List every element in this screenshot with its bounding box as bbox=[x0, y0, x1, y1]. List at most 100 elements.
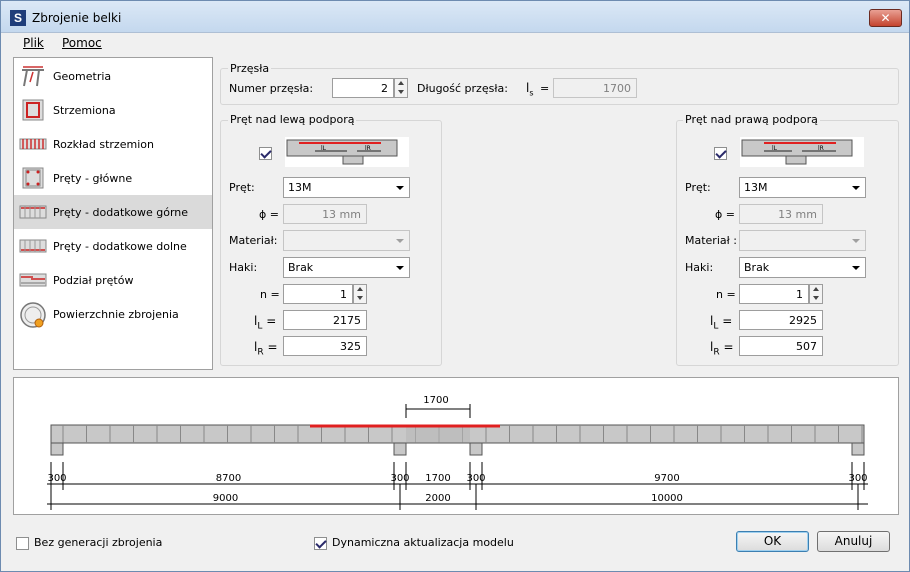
dim-label: 2000 bbox=[425, 493, 450, 504]
span-number-label: Numer przęsła: bbox=[229, 82, 314, 95]
dim-label: 300 bbox=[848, 473, 867, 484]
dim-label: 9000 bbox=[213, 493, 238, 504]
thumb-lL: lL bbox=[772, 145, 778, 152]
right-hooks-label: Haki: bbox=[685, 261, 714, 274]
span-number-stepper[interactable] bbox=[394, 78, 408, 98]
cancel-button[interactable]: Anuluj bbox=[817, 531, 890, 552]
menu-file[interactable]: Plik bbox=[23, 36, 44, 50]
app-icon: S bbox=[10, 10, 26, 26]
right-lL-label: lL = bbox=[710, 314, 733, 332]
stirrup-distribution-icon bbox=[19, 138, 47, 150]
nav-item-main-bars[interactable]: Pręty - główne bbox=[14, 161, 212, 195]
left-support-title: Pręt nad lewą podporą bbox=[228, 113, 357, 126]
left-bar-select[interactable]: 13M bbox=[283, 177, 410, 198]
chevron-down-icon bbox=[852, 266, 860, 270]
dynamic-update-checkbox[interactable] bbox=[314, 537, 327, 550]
dim-label: 8700 bbox=[216, 473, 241, 484]
chevron-down-icon bbox=[852, 239, 860, 243]
left-hooks-value: Brak bbox=[288, 261, 314, 274]
nav-item-stirrup-distribution[interactable]: Rozkład strzemion bbox=[14, 127, 212, 161]
right-n-label: n = bbox=[716, 288, 736, 301]
right-n-stepper[interactable] bbox=[809, 284, 823, 304]
nav-label: Geometria bbox=[53, 70, 112, 83]
additional-bottom-bars-icon bbox=[19, 239, 47, 253]
beam-support bbox=[851, 442, 865, 456]
left-lL-input[interactable]: 2175 bbox=[283, 310, 367, 330]
beam-preview: 1700 300 8700 300 1700 300 9700 300 9000 2000 1000… bbox=[13, 377, 899, 515]
right-support-title: Pręt nad prawą podporą bbox=[683, 113, 820, 126]
right-material-select[interactable] bbox=[739, 230, 866, 251]
thumb-lR: lR bbox=[365, 145, 371, 152]
right-lR-input[interactable]: 507 bbox=[739, 336, 823, 356]
beam-diagram: 1700 300 8700 300 1700 300 9700 300 9000 2000 1000… bbox=[47, 395, 868, 510]
reinforcement-areas-icon bbox=[20, 302, 46, 328]
window-title: Zbrojenie belki bbox=[32, 11, 122, 25]
close-button[interactable]: ✕ bbox=[869, 9, 902, 27]
left-lL-label: lL = bbox=[254, 314, 277, 332]
nav-item-additional-top-bars[interactable]: Pręty - dodatkowe górne bbox=[14, 195, 212, 229]
nav-item-reinforcement-areas[interactable]: Powierzchnie zbrojenia bbox=[14, 297, 212, 337]
left-bar-label: Pręt: bbox=[229, 181, 255, 194]
chevron-down-icon bbox=[396, 266, 404, 270]
left-lR-label: lR = bbox=[254, 340, 278, 358]
title-bar: S Zbrojenie belki ✕ bbox=[1, 1, 909, 33]
dim-label: 300 bbox=[47, 473, 66, 484]
ls-symbol: ls bbox=[526, 81, 534, 98]
top-dim-label: 1700 bbox=[423, 395, 448, 406]
left-n-input[interactable]: 1 bbox=[283, 284, 353, 304]
chevron-down-icon bbox=[396, 186, 404, 190]
selected-span bbox=[406, 426, 470, 442]
dim-label: 10000 bbox=[651, 493, 683, 504]
nav-label: Pręty - dodatkowe górne bbox=[53, 206, 189, 219]
left-phi-label: ϕ = bbox=[259, 208, 279, 221]
right-support-checkbox[interactable] bbox=[714, 147, 727, 160]
right-material-label: Materiał : bbox=[685, 234, 737, 247]
right-phi-label: ϕ = bbox=[715, 208, 735, 221]
nav-label: Strzemiona bbox=[53, 104, 116, 117]
nav-item-additional-bottom-bars[interactable]: Pręty - dodatkowe dolne bbox=[14, 229, 212, 263]
geometry-icon bbox=[22, 66, 44, 87]
left-bar-thumbnail: lL lR bbox=[285, 137, 409, 167]
right-bar-select[interactable]: 13M bbox=[739, 177, 866, 198]
nav-item-bar-division[interactable]: Podział prętów bbox=[14, 263, 212, 297]
additional-top-bars-icon bbox=[19, 205, 47, 219]
left-n-stepper[interactable] bbox=[353, 284, 367, 304]
left-lR-input[interactable]: 325 bbox=[283, 336, 367, 356]
nav-label: Podział prętów bbox=[53, 274, 134, 287]
no-generation-checkbox[interactable] bbox=[16, 537, 29, 550]
left-n-label: n = bbox=[260, 288, 280, 301]
right-n-input[interactable]: 1 bbox=[739, 284, 809, 304]
left-support-checkbox[interactable] bbox=[259, 147, 272, 160]
nav-item-geometry[interactable]: Geometria bbox=[14, 59, 212, 93]
right-hooks-select[interactable]: Brak bbox=[739, 257, 866, 278]
span-number-input[interactable]: 2 bbox=[332, 78, 394, 98]
beam-support bbox=[469, 442, 483, 456]
span-group-title: Przęsła bbox=[228, 62, 272, 75]
nav-label: Pręty - główne bbox=[53, 172, 133, 185]
ok-button[interactable]: OK bbox=[736, 531, 809, 552]
span-length-label: Długość przęsła: bbox=[417, 82, 508, 95]
nav-item-stirrups[interactable]: Strzemiona bbox=[14, 93, 212, 127]
left-material-select[interactable] bbox=[283, 230, 410, 251]
right-hooks-value: Brak bbox=[744, 261, 770, 274]
no-generation-label: Bez generacji zbrojenia bbox=[34, 536, 163, 549]
main-bars-icon bbox=[22, 167, 44, 189]
span-length-field: 1700 bbox=[553, 78, 637, 98]
beam-support bbox=[393, 442, 407, 456]
dim-label: 1700 bbox=[425, 473, 450, 484]
section-list: Geometria Strzemiona Rozkład strzemion P… bbox=[13, 57, 213, 370]
stirrups-icon bbox=[22, 99, 44, 121]
thumb-lL: lL bbox=[321, 145, 327, 152]
nav-label: Pręty - dodatkowe dolne bbox=[53, 240, 187, 253]
right-lL-input[interactable]: 2925 bbox=[739, 310, 823, 330]
chevron-down-icon bbox=[852, 186, 860, 190]
left-bar-value: 13M bbox=[288, 181, 312, 194]
menu-help[interactable]: Pomoc bbox=[62, 36, 102, 50]
dim-label: 300 bbox=[466, 473, 485, 484]
beam-support bbox=[50, 442, 64, 456]
right-bar-label: Pręt: bbox=[685, 181, 711, 194]
menu-bar: Plik Pomoc bbox=[1, 33, 909, 55]
thumb-lR: lR bbox=[818, 145, 824, 152]
left-hooks-select[interactable]: Brak bbox=[283, 257, 410, 278]
dim-label: 9700 bbox=[654, 473, 679, 484]
